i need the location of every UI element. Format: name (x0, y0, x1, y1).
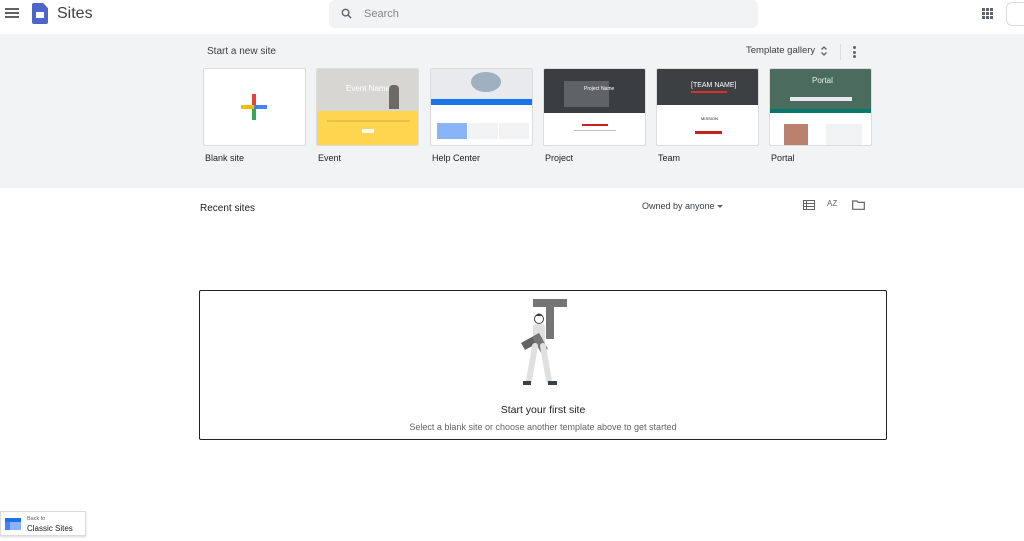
search-icon[interactable] (341, 8, 352, 19)
classic-sites-label: Classic Sites (27, 524, 73, 533)
event-thumbnail-person (389, 85, 399, 109)
template-team[interactable]: [TEAM NAME] MISSION (656, 68, 759, 146)
template-help-center[interactable] (430, 68, 533, 146)
project-thumbnail-title: Project Name (584, 86, 615, 92)
unfold-more-icon[interactable] (820, 45, 828, 57)
back-to-classic-sites-button[interactable]: Back to Classic Sites (0, 511, 86, 536)
sort-az-icon[interactable]: AZ (827, 199, 841, 212)
sites-logo-icon[interactable] (32, 3, 48, 24)
list-view-icon[interactable] (803, 200, 815, 210)
template-blank-site[interactable] (203, 68, 306, 146)
template-section: Start a new site Template gallery Blank … (0, 34, 1024, 188)
help-center-thumbnail-tile (499, 123, 529, 139)
template-gallery-button[interactable]: Template gallery (746, 45, 815, 56)
google-apps-icon[interactable] (982, 8, 993, 19)
team-thumbnail-accent (695, 131, 722, 134)
start-new-site-heading: Start a new site (207, 46, 276, 57)
account-avatar[interactable] (1006, 2, 1024, 26)
person-carrying-letter-illustration (521, 299, 567, 385)
event-thumbnail-title: Event Name (346, 84, 391, 93)
team-thumbnail-mission: MISSION (701, 116, 718, 121)
template-event[interactable]: Event Name (316, 68, 419, 146)
template-label-team[interactable]: Team (658, 153, 680, 163)
main-menu-icon[interactable] (5, 6, 19, 20)
empty-state-card: Start your first site Select a blank sit… (199, 290, 887, 440)
template-label-help-center[interactable]: Help Center (432, 153, 480, 163)
folder-icon[interactable] (852, 200, 865, 210)
dropdown-arrow-icon[interactable] (717, 205, 723, 208)
portal-thumbnail-panel (826, 124, 862, 145)
template-label-portal[interactable]: Portal (771, 153, 795, 163)
project-thumbnail-hero: Project Name (544, 69, 645, 113)
project-thumbnail-line (574, 130, 616, 131)
search-input[interactable] (362, 4, 742, 24)
portal-thumbnail-hero: Portal (770, 69, 871, 109)
project-thumbnail-accent (582, 124, 608, 126)
template-label-project[interactable]: Project (545, 153, 573, 163)
portal-thumbnail-photo (784, 124, 808, 145)
help-center-thumbnail-bar (431, 99, 532, 105)
portal-thumbnail-title: Portal (812, 76, 833, 85)
colorful-plus-icon (241, 94, 267, 120)
search-bar[interactable] (329, 0, 758, 28)
template-portal[interactable]: Portal (769, 68, 872, 146)
team-thumbnail-title: [TEAM NAME] (691, 82, 737, 89)
owner-filter-dropdown[interactable]: Owned by anyone (642, 201, 715, 211)
back-to-label: Back to (27, 516, 46, 522)
team-thumbnail-hero: [TEAM NAME] (657, 69, 758, 105)
event-thumbnail-footer (317, 111, 418, 145)
recent-sites-heading: Recent sites (200, 203, 256, 214)
portal-thumbnail-bar (770, 109, 871, 113)
template-project[interactable]: Project Name (543, 68, 646, 146)
template-label-event[interactable]: Event (318, 153, 341, 163)
help-center-thumbnail-tile (437, 123, 467, 139)
toolbar-divider (840, 44, 841, 60)
classic-sites-icon (5, 518, 21, 530)
empty-state-title: Start your first site (500, 404, 586, 416)
app-title[interactable]: Sites (57, 5, 93, 23)
top-bar: Sites (0, 0, 1024, 30)
help-center-thumbnail-hero (431, 69, 532, 99)
help-center-thumbnail-tile (468, 123, 498, 139)
empty-state-subtitle: Select a blank site or choose another te… (409, 422, 677, 432)
event-thumbnail-hero: Event Name (317, 69, 418, 111)
template-label-blank-site[interactable]: Blank site (205, 153, 244, 163)
more-options-icon[interactable] (852, 46, 856, 58)
